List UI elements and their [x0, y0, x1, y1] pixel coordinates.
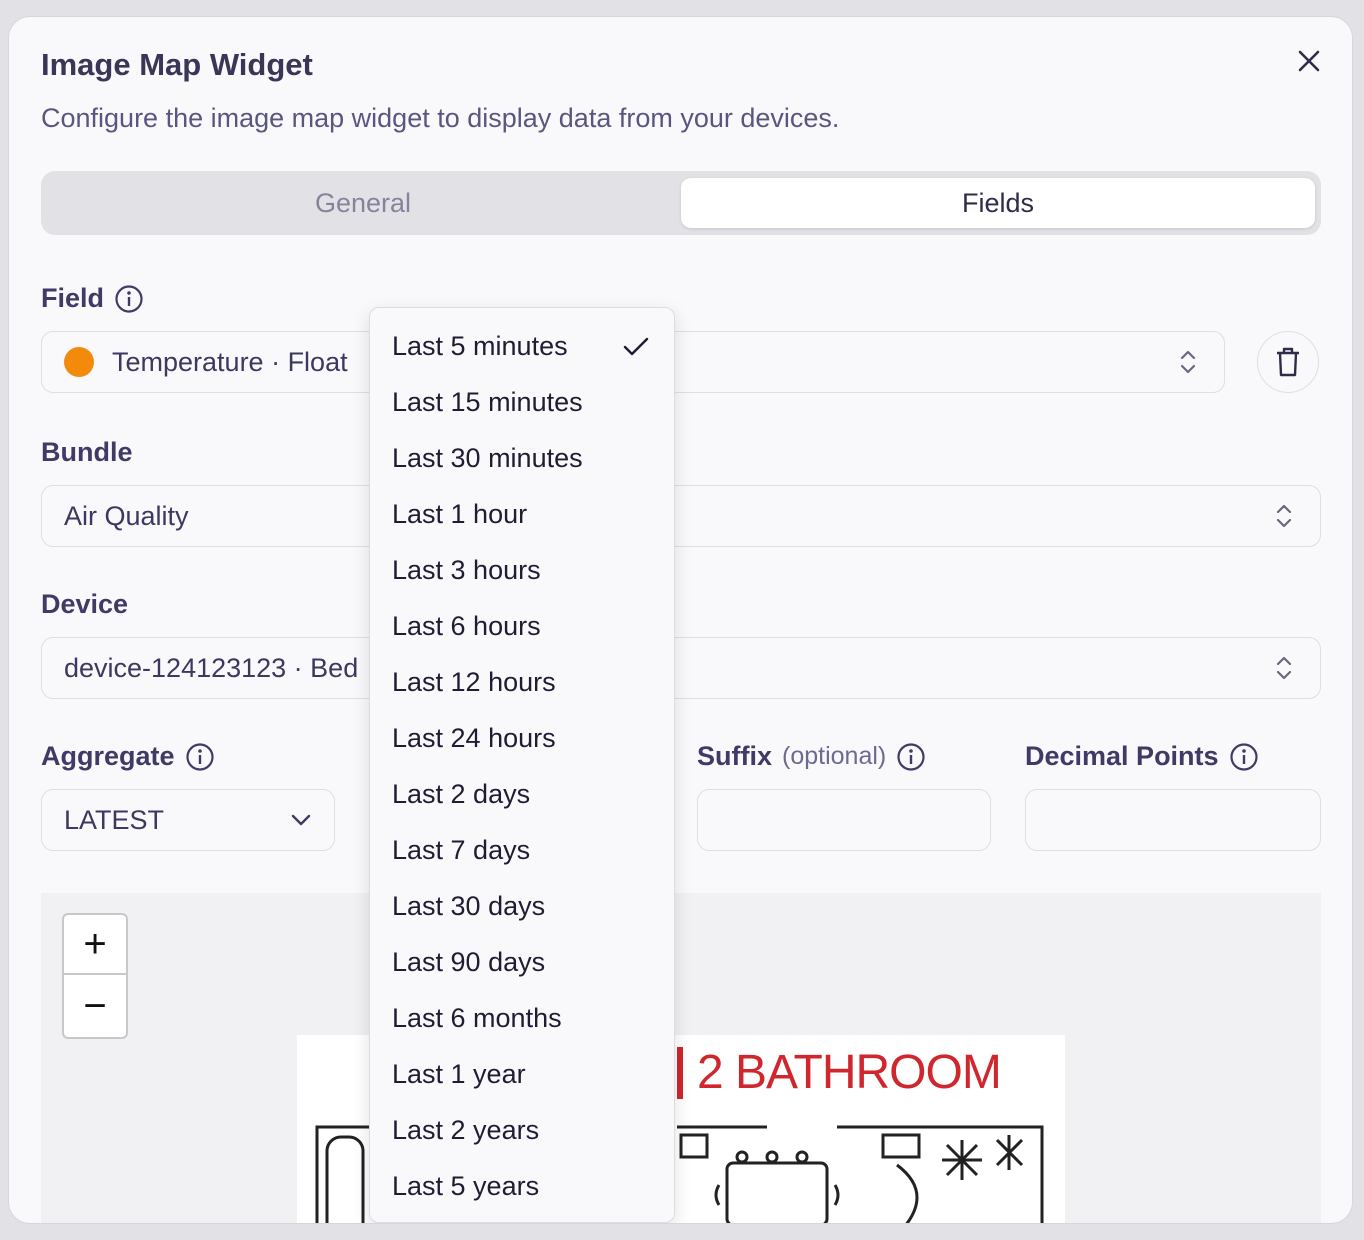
field-label: Field — [41, 283, 105, 313]
device-value: device-124123123 · Bed — [64, 652, 359, 683]
device-label: Device — [41, 589, 129, 619]
info-icon[interactable] — [185, 742, 215, 772]
zoom-control: + − — [62, 913, 128, 1039]
menu-item-last-5-years[interactable]: Last 5 years — [370, 1158, 674, 1214]
tab-fields[interactable]: Fields — [681, 178, 1315, 228]
decimal-points-input[interactable] — [1025, 789, 1321, 851]
close-button[interactable] — [1293, 45, 1325, 77]
suffix-input[interactable] — [697, 789, 991, 851]
menu-item-last-2-years[interactable]: Last 2 years — [370, 1102, 674, 1158]
dialog-description: Configure the image map widget to displa… — [41, 103, 840, 133]
menu-item-last-90-days[interactable]: Last 90 days — [370, 934, 674, 990]
tab-general[interactable]: General — [45, 178, 681, 228]
decimal-points-label-row: Decimal Points — [1025, 741, 1259, 772]
menu-item-last-6-months[interactable]: Last 6 months — [370, 990, 674, 1046]
menu-item-last-6-hours[interactable]: Last 6 hours — [370, 598, 674, 654]
info-icon[interactable] — [896, 742, 926, 772]
menu-item-last-1-year[interactable]: Last 1 year — [370, 1046, 674, 1102]
info-icon[interactable] — [1229, 742, 1259, 772]
menu-item-last-30-minutes[interactable]: Last 30 minutes — [370, 430, 674, 486]
suffix-label: Suffix — [697, 741, 773, 771]
menu-item-last-15-minutes[interactable]: Last 15 minutes — [370, 374, 674, 430]
zoom-out-button[interactable]: − — [64, 976, 126, 1036]
menu-item-last-12-hours[interactable]: Last 12 hours — [370, 654, 674, 710]
menu-item-last-30-days[interactable]: Last 30 days — [370, 878, 674, 934]
image-map-preview[interactable]: + − 2 BATHROOM — [41, 893, 1321, 1223]
field-label-row: Field — [41, 283, 144, 314]
device-select[interactable]: device-124123123 · Bed — [41, 637, 1321, 699]
zoom-in-button[interactable]: + — [64, 915, 126, 975]
chevron-up-down-icon — [1276, 504, 1292, 528]
info-icon[interactable] — [114, 284, 144, 314]
chevron-up-down-icon — [1276, 656, 1292, 680]
chevron-up-down-icon — [1180, 350, 1196, 374]
bundle-label: Bundle — [41, 437, 133, 467]
aggregate-label-row: Aggregate — [41, 741, 215, 772]
dialog-title: Image Map Widget — [41, 47, 313, 82]
bundle-select[interactable]: Air Quality — [41, 485, 1321, 547]
checkmark-icon — [623, 337, 649, 356]
trash-icon — [1277, 347, 1299, 377]
menu-item-last-24-hours[interactable]: Last 24 hours — [370, 710, 674, 766]
menu-item-last-5-minutes[interactable]: Last 5 minutes — [370, 318, 674, 374]
aggregate-value: LATEST — [64, 804, 165, 835]
close-icon — [1298, 50, 1320, 72]
image-map-widget-dialog: Image Map Widget Configure the image map… — [8, 16, 1353, 1224]
aggregate-label: Aggregate — [41, 741, 175, 771]
suffix-label-row: Suffix (optional) — [697, 741, 926, 772]
time-range-menu: Last 5 minutes Last 15 minutes Last 30 m… — [369, 307, 675, 1223]
decimal-points-label: Decimal Points — [1025, 741, 1219, 771]
chevron-down-icon — [291, 814, 311, 826]
menu-item-last-2-days[interactable]: Last 2 days — [370, 766, 674, 822]
tab-bar: General Fields — [41, 171, 1321, 235]
suffix-optional-hint: (optional) — [782, 742, 887, 770]
field-value: Temperature · Float — [112, 346, 348, 377]
aggregate-select[interactable]: LATEST — [41, 789, 335, 851]
field-color-dot — [64, 347, 94, 377]
menu-item-last-7-days[interactable]: Last 7 days — [370, 822, 674, 878]
menu-item-last-3-hours[interactable]: Last 3 hours — [370, 542, 674, 598]
menu-item-label: Last 5 minutes — [392, 330, 568, 361]
delete-field-button[interactable] — [1257, 331, 1319, 393]
bundle-value: Air Quality — [64, 500, 189, 531]
menu-item-last-1-hour[interactable]: Last 1 hour — [370, 486, 674, 542]
